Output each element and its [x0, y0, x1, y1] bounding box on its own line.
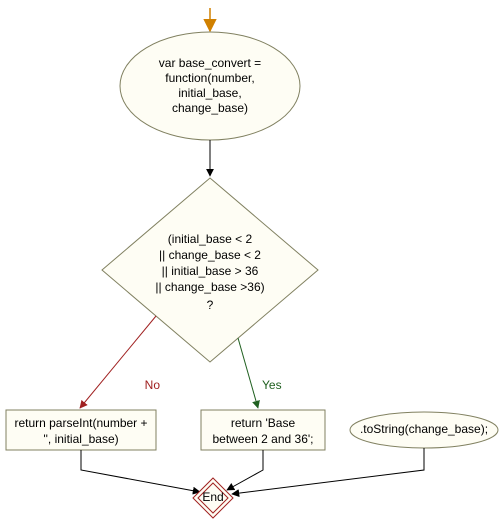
edge-procno-end: [81, 450, 200, 492]
edge-no: [80, 316, 156, 408]
node-start-line-2: initial_base,: [178, 86, 241, 100]
node-proc-no-line-1: '', initial_base): [43, 432, 118, 446]
edge-yes: [238, 338, 258, 408]
node-start-line-1: function(number,: [165, 71, 254, 85]
node-proc-yes-line-1: between 2 and 36';: [212, 432, 313, 446]
node-start-line-0: var base_convert =: [159, 56, 261, 70]
flowchart: var base_convert = function(number, init…: [0, 0, 503, 523]
edge-no-label: No: [145, 378, 161, 392]
node-decision-line-2: || initial_base > 36: [162, 264, 259, 278]
node-decision-line-3: || change_base >36): [155, 280, 264, 294]
node-start-line-3: change_base): [172, 101, 248, 115]
node-decision-line-1: || change_base < 2: [159, 248, 261, 262]
node-end-label: End: [202, 490, 223, 504]
edge-procyes-end: [227, 450, 263, 490]
node-decision-line-4: ?: [207, 298, 214, 312]
node-proc-yes-line-0: return 'Base: [231, 416, 296, 430]
edge-yes-label: Yes: [262, 378, 282, 392]
node-decision-line-0: (initial_base < 2: [168, 232, 253, 246]
node-proc-no-line-0: return parseInt(number +: [14, 416, 147, 430]
node-proc-tostring-line-0: .toString(change_base);: [360, 422, 488, 436]
